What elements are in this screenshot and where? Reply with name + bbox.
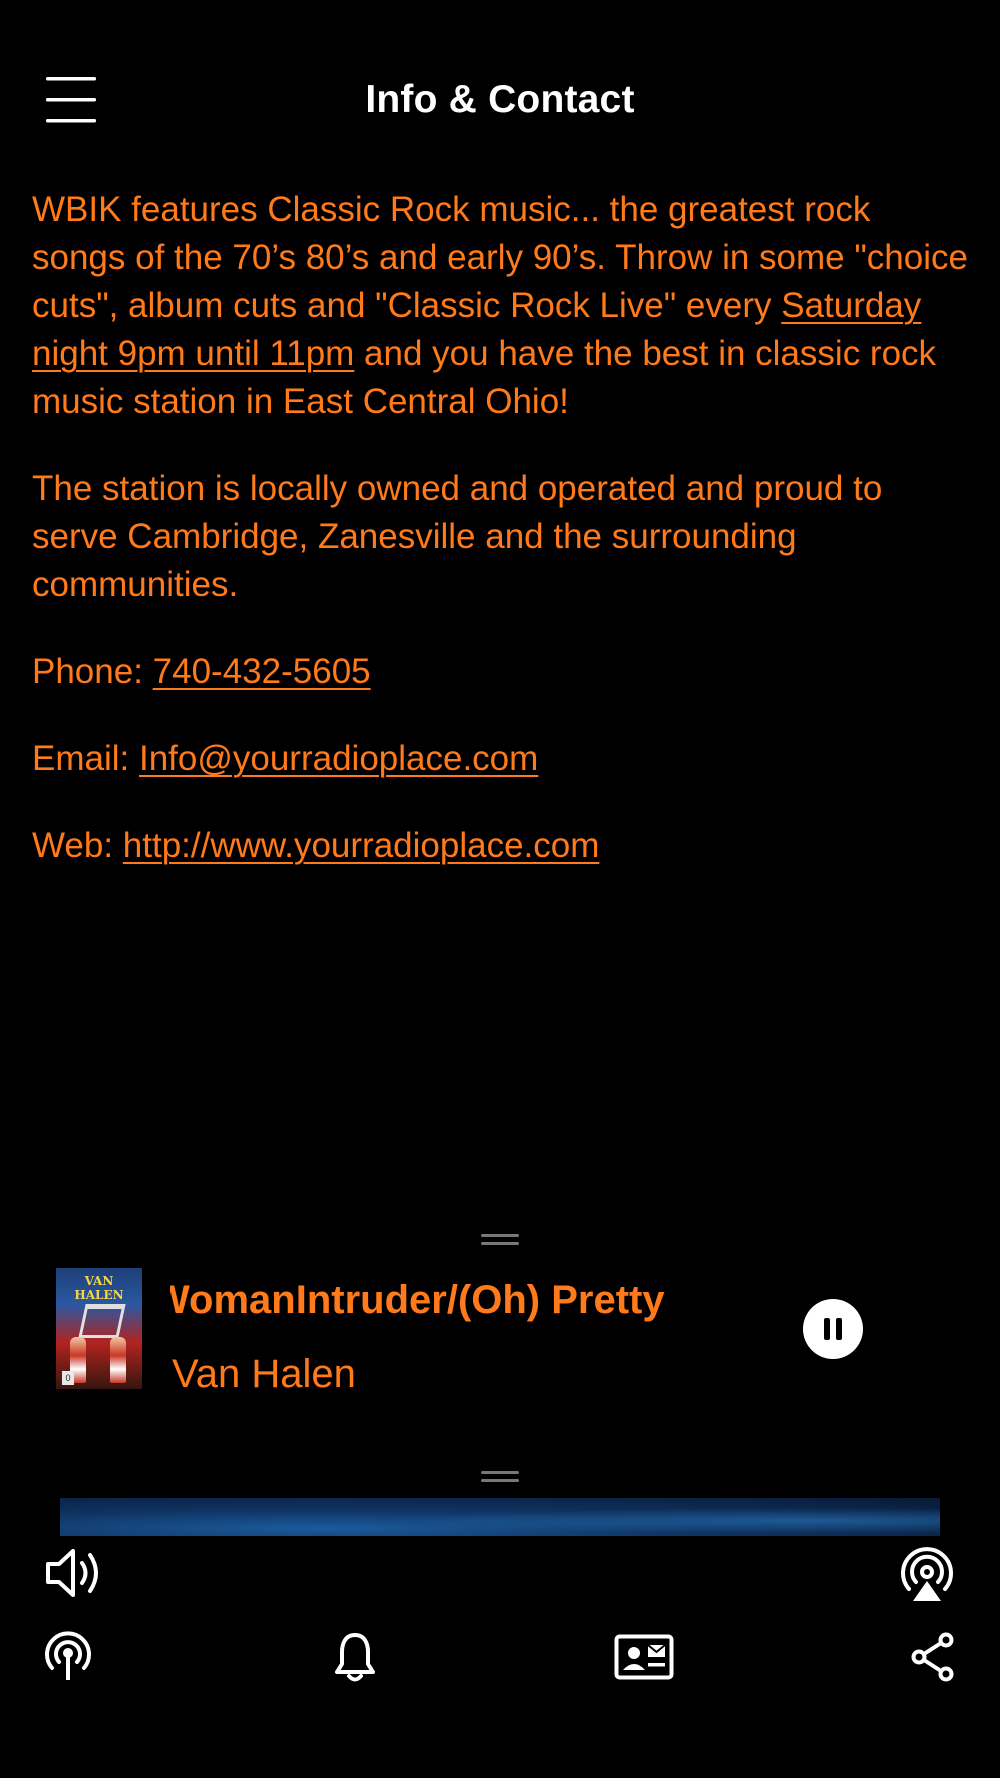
page-title: Info & Contact (365, 78, 635, 121)
expanded-player-artwork (60, 1498, 940, 1536)
expanded-player-drag-handle[interactable] (481, 1471, 519, 1483)
station-description: WBIK features Classic Rock music... the … (32, 186, 972, 426)
info-content: WBIK features Classic Rock music... the … (32, 186, 972, 909)
phone-row: Phone: 740-432-5605 (32, 648, 972, 696)
contact-card-icon[interactable] (614, 1634, 674, 1680)
album-art-logo (78, 1304, 126, 1338)
volume-icon[interactable] (44, 1545, 106, 1601)
web-row: Web: http://www.yourradioplace.com (32, 822, 972, 870)
pause-icon (824, 1318, 830, 1340)
web-link[interactable]: http://www.yourradioplace.com (123, 826, 600, 865)
track-title-marquee: WomanIntruder/(Oh) Pretty (170, 1272, 694, 1328)
email-link[interactable]: Info@yourradioplace.com (139, 739, 538, 778)
share-icon[interactable] (910, 1632, 956, 1682)
ownership-text: The station is locally owned and operate… (32, 469, 883, 604)
phone-label: Phone: (32, 652, 153, 691)
header: Info & Contact (0, 0, 1000, 190)
mini-player-drag-handle[interactable] (481, 1234, 519, 1246)
bell-icon[interactable] (334, 1631, 376, 1683)
email-row: Email: Info@yourradioplace.com (32, 735, 972, 783)
email-label: Email: (32, 739, 139, 778)
album-art-band-text: VAN HALEN (74, 1274, 124, 1302)
track-artist: Van Halen (172, 1352, 356, 1396)
web-label: Web: (32, 826, 123, 865)
pause-button[interactable] (803, 1299, 863, 1359)
album-art-figure (110, 1337, 126, 1383)
mini-player[interactable]: VAN HALEN 0 WomanIntruder/(Oh) Pretty Va… (0, 1258, 1000, 1398)
track-title: WomanIntruder/(Oh) Pretty (170, 1278, 665, 1322)
airplay-icon[interactable] (897, 1543, 957, 1603)
phone-link[interactable]: 740-432-5605 (153, 652, 371, 691)
album-art: VAN HALEN 0 (56, 1268, 142, 1389)
pause-icon (836, 1318, 842, 1340)
broadcast-icon[interactable] (42, 1631, 94, 1681)
album-art-badge: 0 (62, 1371, 74, 1385)
